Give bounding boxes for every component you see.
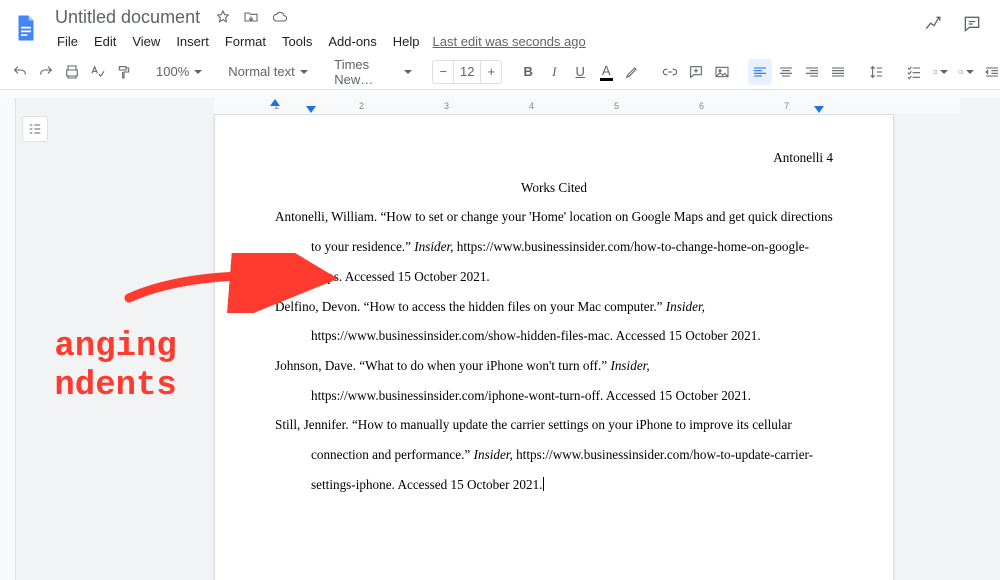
left-indent-marker[interactable]: [306, 106, 316, 113]
citation-entry: Johnson, Dave. “What to do when your iPh…: [275, 351, 833, 410]
menu-format[interactable]: Format: [218, 31, 273, 52]
font-size-value[interactable]: 12: [453, 61, 481, 83]
zoom-value: 100%: [156, 64, 189, 79]
annotation-label: Hanging indents: [54, 328, 177, 406]
undo-button[interactable]: [8, 59, 32, 85]
document-title: Works Cited: [275, 173, 833, 203]
document-page[interactable]: Antonelli 4 Works Cited Antonelli, Willi…: [214, 114, 894, 580]
underline-button[interactable]: U: [568, 59, 592, 85]
font-family-value: Times New…: [334, 57, 399, 87]
print-button[interactable]: [60, 59, 84, 85]
menu-tools[interactable]: Tools: [275, 31, 319, 52]
citation-entry: Still, Jennifer. “How to manually update…: [275, 410, 833, 499]
italic-button[interactable]: I: [542, 59, 566, 85]
page-header-right: Antonelli 4: [275, 143, 833, 173]
horizontal-ruler[interactable]: 1 2 3 4 5 6 7: [214, 98, 960, 114]
menu-file[interactable]: File: [50, 31, 85, 52]
text-caret: [543, 477, 544, 491]
font-family-dropdown[interactable]: Times New…: [328, 59, 418, 85]
menu-view[interactable]: View: [125, 31, 167, 52]
align-left-button[interactable]: [748, 59, 772, 85]
menu-insert[interactable]: Insert: [169, 31, 216, 52]
ruler-tick: 7: [784, 100, 789, 112]
chevron-down-icon: [966, 70, 974, 74]
outline-toggle-button[interactable]: [22, 116, 48, 142]
ruler-tick: 2: [359, 100, 364, 112]
paragraph-style-dropdown[interactable]: Normal text: [222, 59, 314, 85]
activity-icon[interactable]: [924, 14, 944, 37]
text-color-button[interactable]: A: [594, 59, 618, 85]
star-icon[interactable]: [215, 9, 231, 25]
titlebar: Untitled document File Edit View Insert …: [0, 0, 1000, 54]
font-size-decrease[interactable]: −: [433, 64, 453, 79]
ruler-tick: 6: [699, 100, 704, 112]
document-title[interactable]: Untitled document: [50, 5, 205, 30]
citation-entry: Delfino, Devon. “How to access the hidde…: [275, 292, 833, 351]
first-line-indent-marker[interactable]: [270, 99, 280, 106]
numbered-list-button[interactable]: 123: [954, 59, 978, 85]
ruler-tick: 3: [444, 100, 449, 112]
font-size-control: − 12 +: [432, 60, 502, 84]
ruler-tick: 4: [529, 100, 534, 112]
insert-image-button[interactable]: [710, 59, 734, 85]
workspace: 1 2 3 4 5 6 7 Antonelli 4 Works Cited An…: [0, 98, 1000, 580]
align-justify-button[interactable]: [826, 59, 850, 85]
zoom-dropdown[interactable]: 100%: [150, 59, 208, 85]
toolbar: 100% Normal text Times New… − 12 + B I U…: [0, 54, 1000, 90]
highlight-button[interactable]: [620, 59, 644, 85]
chevron-down-icon: [940, 70, 948, 74]
menu-help[interactable]: Help: [386, 31, 427, 52]
right-indent-marker[interactable]: [814, 106, 824, 113]
document-body[interactable]: Antonelli 4 Works Cited Antonelli, Willi…: [275, 143, 833, 499]
chevron-down-icon: [404, 70, 412, 74]
paragraph-style-value: Normal text: [228, 64, 294, 79]
svg-text:3: 3: [959, 73, 960, 75]
line-spacing-button[interactable]: [864, 59, 888, 85]
bold-button[interactable]: B: [516, 59, 540, 85]
comments-icon[interactable]: [962, 14, 982, 37]
bulleted-list-button[interactable]: [928, 59, 952, 85]
align-right-button[interactable]: [800, 59, 824, 85]
font-size-increase[interactable]: +: [481, 64, 501, 79]
menu-edit[interactable]: Edit: [87, 31, 123, 52]
menubar: File Edit View Insert Format Tools Add-o…: [50, 28, 924, 54]
citation-entry: Antonelli, William. “How to set or chang…: [275, 202, 833, 291]
chevron-down-icon: [300, 70, 308, 74]
paint-format-button[interactable]: [112, 59, 136, 85]
spellcheck-button[interactable]: [86, 59, 110, 85]
insert-comment-button[interactable]: [684, 59, 708, 85]
cloud-status-icon[interactable]: [271, 9, 289, 25]
last-edit-info[interactable]: Last edit was seconds ago: [433, 34, 586, 49]
move-icon[interactable]: [243, 9, 259, 25]
menu-addons[interactable]: Add-ons: [321, 31, 383, 52]
checklist-button[interactable]: [902, 59, 926, 85]
vertical-ruler[interactable]: [0, 98, 16, 580]
insert-link-button[interactable]: [658, 59, 682, 85]
align-center-button[interactable]: [774, 59, 798, 85]
chevron-down-icon: [194, 70, 202, 74]
docs-logo[interactable]: [8, 10, 44, 46]
redo-button[interactable]: [34, 59, 58, 85]
ruler-tick: 5: [614, 100, 619, 112]
indent-decrease-button[interactable]: [980, 59, 1000, 85]
